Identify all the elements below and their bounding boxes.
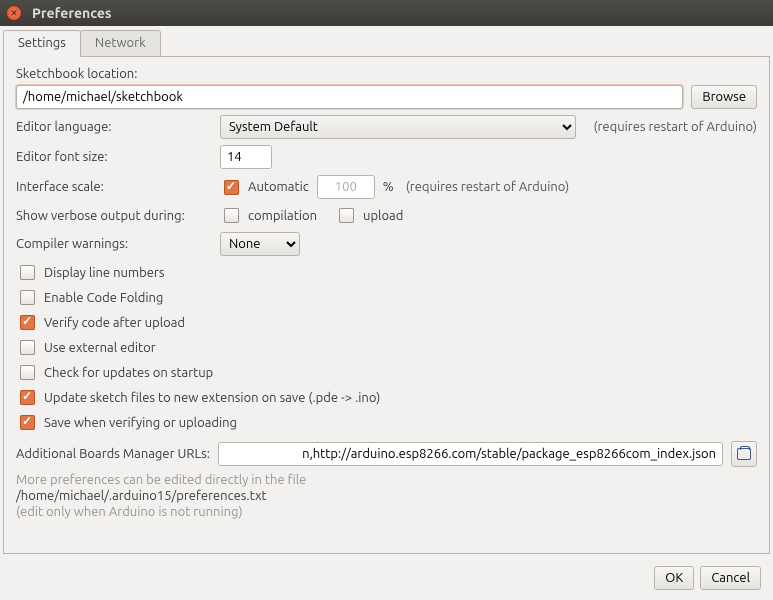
editor-language-select[interactable]: System Default <box>220 115 576 139</box>
cancel-button[interactable]: Cancel <box>700 566 761 590</box>
editor-fontsize-label: Editor font size: <box>16 150 212 164</box>
save-when-verify-checkbox[interactable]: Save when verifying or uploading <box>16 412 237 433</box>
expand-urls-button[interactable] <box>731 441 757 467</box>
percent-label: % <box>383 180 394 194</box>
use-external-editor-checkbox[interactable]: Use external editor <box>16 337 156 358</box>
settings-panel: Sketchbook location: Browse Editor langu… <box>3 56 770 554</box>
window-title: Preferences <box>32 5 112 21</box>
verbose-label: Show verbose output during: <box>16 209 212 223</box>
compilation-checkbox[interactable]: compilation <box>220 205 317 226</box>
lang-restart-hint: (requires restart of Arduino) <box>593 120 757 134</box>
prefs-file-note-2: (edit only when Arduino is not running) <box>16 505 757 519</box>
additional-urls-label: Additional Boards Manager URLs: <box>16 447 210 461</box>
compiler-warnings-select[interactable]: None <box>220 232 300 256</box>
window-icon <box>737 448 751 460</box>
dialog-footer: OK Cancel <box>654 566 761 590</box>
automatic-checkbox[interactable]: Automatic <box>220 177 309 198</box>
tab-network[interactable]: Network <box>80 30 161 57</box>
browse-button[interactable]: Browse <box>691 85 757 109</box>
ok-button[interactable]: OK <box>654 566 694 590</box>
sketchbook-label: Sketchbook location: <box>16 67 757 81</box>
additional-urls-input[interactable] <box>218 442 723 466</box>
editor-language-label: Editor language: <box>16 120 212 134</box>
prefs-file-note-1: More preferences can be edited directly … <box>16 473 757 487</box>
update-sketch-ext-checkbox[interactable]: Update sketch files to new extension on … <box>16 387 380 408</box>
tab-settings[interactable]: Settings <box>3 30 81 57</box>
enable-code-folding-checkbox[interactable]: Enable Code Folding <box>16 287 163 308</box>
scale-value-input <box>317 175 375 199</box>
upload-checkbox[interactable]: upload <box>335 205 403 226</box>
display-line-numbers-checkbox[interactable]: Display line numbers <box>16 262 164 283</box>
verify-after-upload-checkbox[interactable]: Verify code after upload <box>16 312 185 333</box>
tab-bar: Settings Network <box>3 29 770 56</box>
sketchbook-path-input[interactable] <box>16 85 683 109</box>
compiler-warnings-label: Compiler warnings: <box>16 237 212 251</box>
prefs-file-path: /home/michael/.arduino15/preferences.txt <box>16 489 757 503</box>
interface-scale-label: Interface scale: <box>16 180 212 194</box>
scale-restart-hint: (requires restart of Arduino) <box>406 180 570 194</box>
close-icon[interactable]: ✕ <box>6 5 22 21</box>
titlebar: ✕ Preferences <box>0 0 773 26</box>
check-updates-checkbox[interactable]: Check for updates on startup <box>16 362 213 383</box>
editor-fontsize-input[interactable] <box>220 145 272 169</box>
